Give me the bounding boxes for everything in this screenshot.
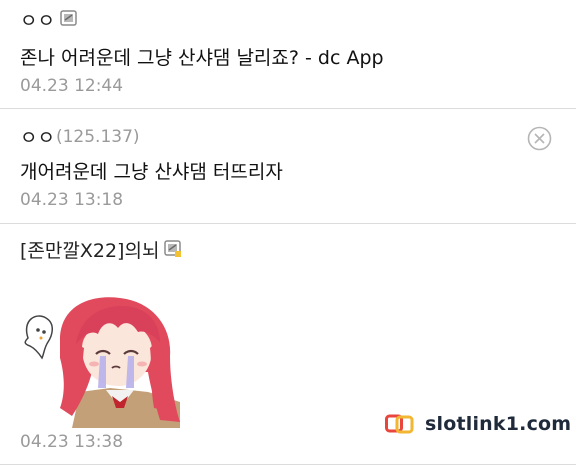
comment-nickname[interactable]: [존만깔X22]의뇌 <box>20 236 182 263</box>
watermark-text: slotlink1.com <box>425 413 572 435</box>
watermark-logo-icon <box>385 414 414 434</box>
comment-nickname[interactable]: ㅇㅇ <box>20 6 77 33</box>
comment-item-1: ㅇㅇ 존나 어려운데 그냥 산샤댐 날리죠? - dc App 04.23 12… <box>0 0 576 108</box>
ghost-icon <box>24 315 53 360</box>
comment-content: 존나 어려운데 그냥 산샤댐 날리죠? - dc App <box>20 47 384 69</box>
delete-comment-icon[interactable] <box>527 126 552 151</box>
nickname-text[interactable]: ㅇㅇ <box>20 123 55 150</box>
fixed-member-icon <box>60 10 77 26</box>
dccon-sticker-image[interactable] <box>20 292 180 428</box>
divider <box>0 464 576 465</box>
comment-item-2: ㅇㅇ (125.137) 개어려운데 그냥 산샤댐 터뜨리자 04.23 13:… <box>0 109 576 223</box>
comment-date: 04.23 13:38 <box>20 432 124 452</box>
half-fixed-member-icon <box>164 240 182 257</box>
comment-date: 04.23 12:44 <box>20 76 124 96</box>
watermark: slotlink1.com <box>385 413 571 435</box>
ip-address: (125.137) <box>55 126 140 147</box>
comment-date: 04.23 13:18 <box>20 190 124 210</box>
comment-nickname[interactable]: ㅇㅇ (125.137) <box>20 123 140 150</box>
nickname-text[interactable]: [존만깔X22]의뇌 <box>20 236 159 263</box>
comment-content: 개어려운데 그냥 산샤댐 터뜨리자 <box>20 161 283 183</box>
nickname-text[interactable]: ㅇㅇ <box>20 6 55 33</box>
